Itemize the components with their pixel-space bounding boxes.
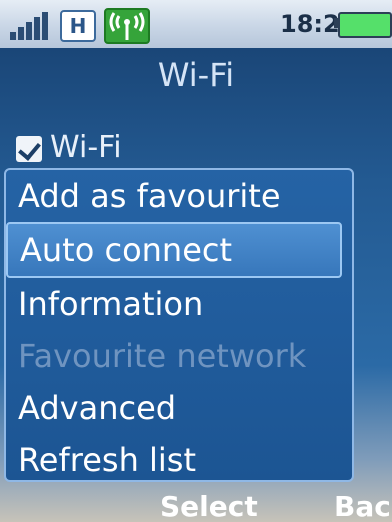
menu-item-auto-connect[interactable]: Auto connect [6,222,342,278]
screen-title: Wi-Fi [157,56,235,94]
menu-item-information[interactable]: Information [6,278,352,330]
select-softkey[interactable]: Select [160,490,258,522]
status-bar: H 18:22 [0,0,392,48]
signal-strength-icon [10,12,50,40]
wifi-toggle-row[interactable]: Wi-Fi [16,130,122,165]
menu-item-favourite-network: Favourite network [18,337,307,375]
checkbox-checked-icon[interactable] [16,135,42,162]
options-menu: Add as favourite Auto connect Informatio… [4,168,354,482]
menu-item-add-as-favourite[interactable]: Add as favourite [6,170,352,222]
phone-screen: H 18:22 Wi-Fi Wi-Fi Add as favourite Aut… [0,0,392,522]
menu-item-advanced[interactable]: Advanced [6,382,352,434]
wifi-antenna-icon [104,8,150,44]
back-softkey[interactable]: Back [334,490,392,522]
wifi-toggle-label: Wi-Fi [50,130,122,165]
battery-icon [338,12,392,38]
menu-item-refresh-list[interactable]: Refresh list [6,434,352,486]
softkey-bar: Select Back [0,490,392,522]
network-mode-badge: H [60,10,96,42]
